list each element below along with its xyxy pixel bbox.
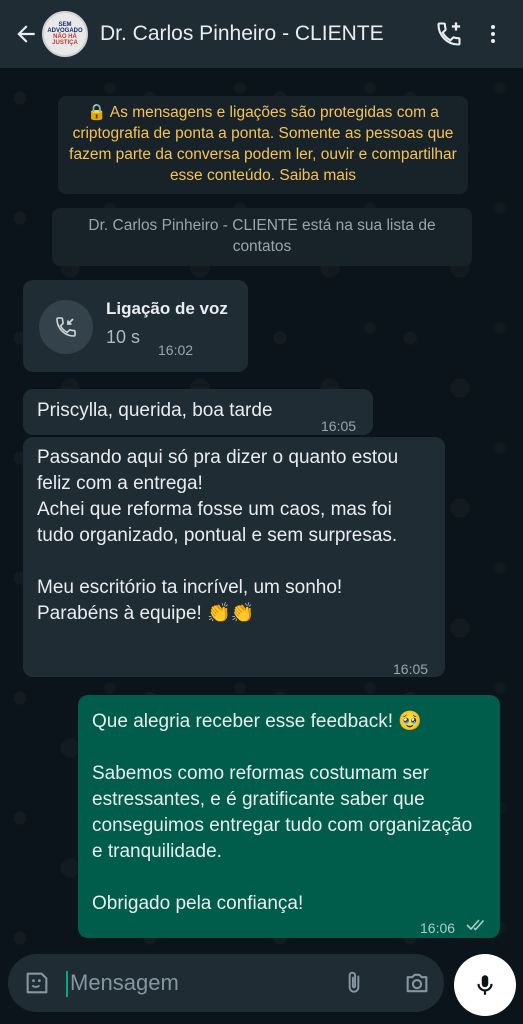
call-duration: 10 s: [106, 327, 141, 347]
message-text: Que alegria receber esse feedback! 🥹 Sab…: [92, 711, 473, 914]
message-time: 16:02: [158, 342, 194, 358]
double-check-icon: [466, 915, 488, 941]
message-time: 16:05: [321, 418, 357, 434]
message-text: Priscylla, querida, boa tarde: [37, 400, 273, 421]
sticker-icon[interactable]: [22, 968, 52, 998]
message-time: 16:05: [393, 661, 429, 677]
avatar-logo-line: JUSTIÇA: [52, 40, 78, 46]
add-call-icon[interactable]: [427, 12, 471, 56]
message-time: 16:06: [420, 920, 456, 936]
text-cursor: [66, 971, 68, 997]
message-text: Passando aqui só pra dizer o quanto esto…: [37, 447, 399, 624]
chat-area[interactable]: 🔒 As mensagens e ligações são protegidas…: [0, 68, 523, 948]
avatar[interactable]: SEM ADVOGADO NÃO HÁ JUSTIÇA: [42, 11, 88, 57]
incoming-message[interactable]: Passando aqui só pra dizer o quanto esto…: [23, 437, 445, 677]
voice-call-message[interactable]: Ligação de voz 10 s 16:02: [23, 280, 248, 372]
back-arrow-icon[interactable]: [6, 14, 46, 54]
call-title: Ligação de voz: [106, 299, 228, 318]
message-input-bar[interactable]: Mensagem: [8, 954, 444, 1012]
more-options-icon[interactable]: [471, 12, 515, 56]
attach-icon[interactable]: [339, 968, 369, 998]
chat-header: SEM ADVOGADO NÃO HÁ JUSTIÇA Dr. Carlos P…: [0, 0, 523, 68]
camera-icon[interactable]: [402, 968, 432, 998]
message-input[interactable]: Mensagem: [70, 970, 179, 996]
contact-name[interactable]: Dr. Carlos Pinheiro - CLIENTE: [100, 22, 427, 46]
incoming-message[interactable]: Priscylla, querida, boa tarde 16:05: [23, 389, 373, 435]
encryption-notice[interactable]: 🔒 As mensagens e ligações são protegidas…: [58, 96, 468, 194]
outgoing-message[interactable]: Que alegria receber esse feedback! 🥹 Sab…: [78, 695, 500, 938]
microphone-icon: [477, 975, 493, 995]
microphone-button[interactable]: [454, 954, 516, 1016]
contact-notice: Dr. Carlos Pinheiro - CLIENTE está na su…: [52, 208, 472, 266]
missed-call-icon: [39, 300, 93, 354]
